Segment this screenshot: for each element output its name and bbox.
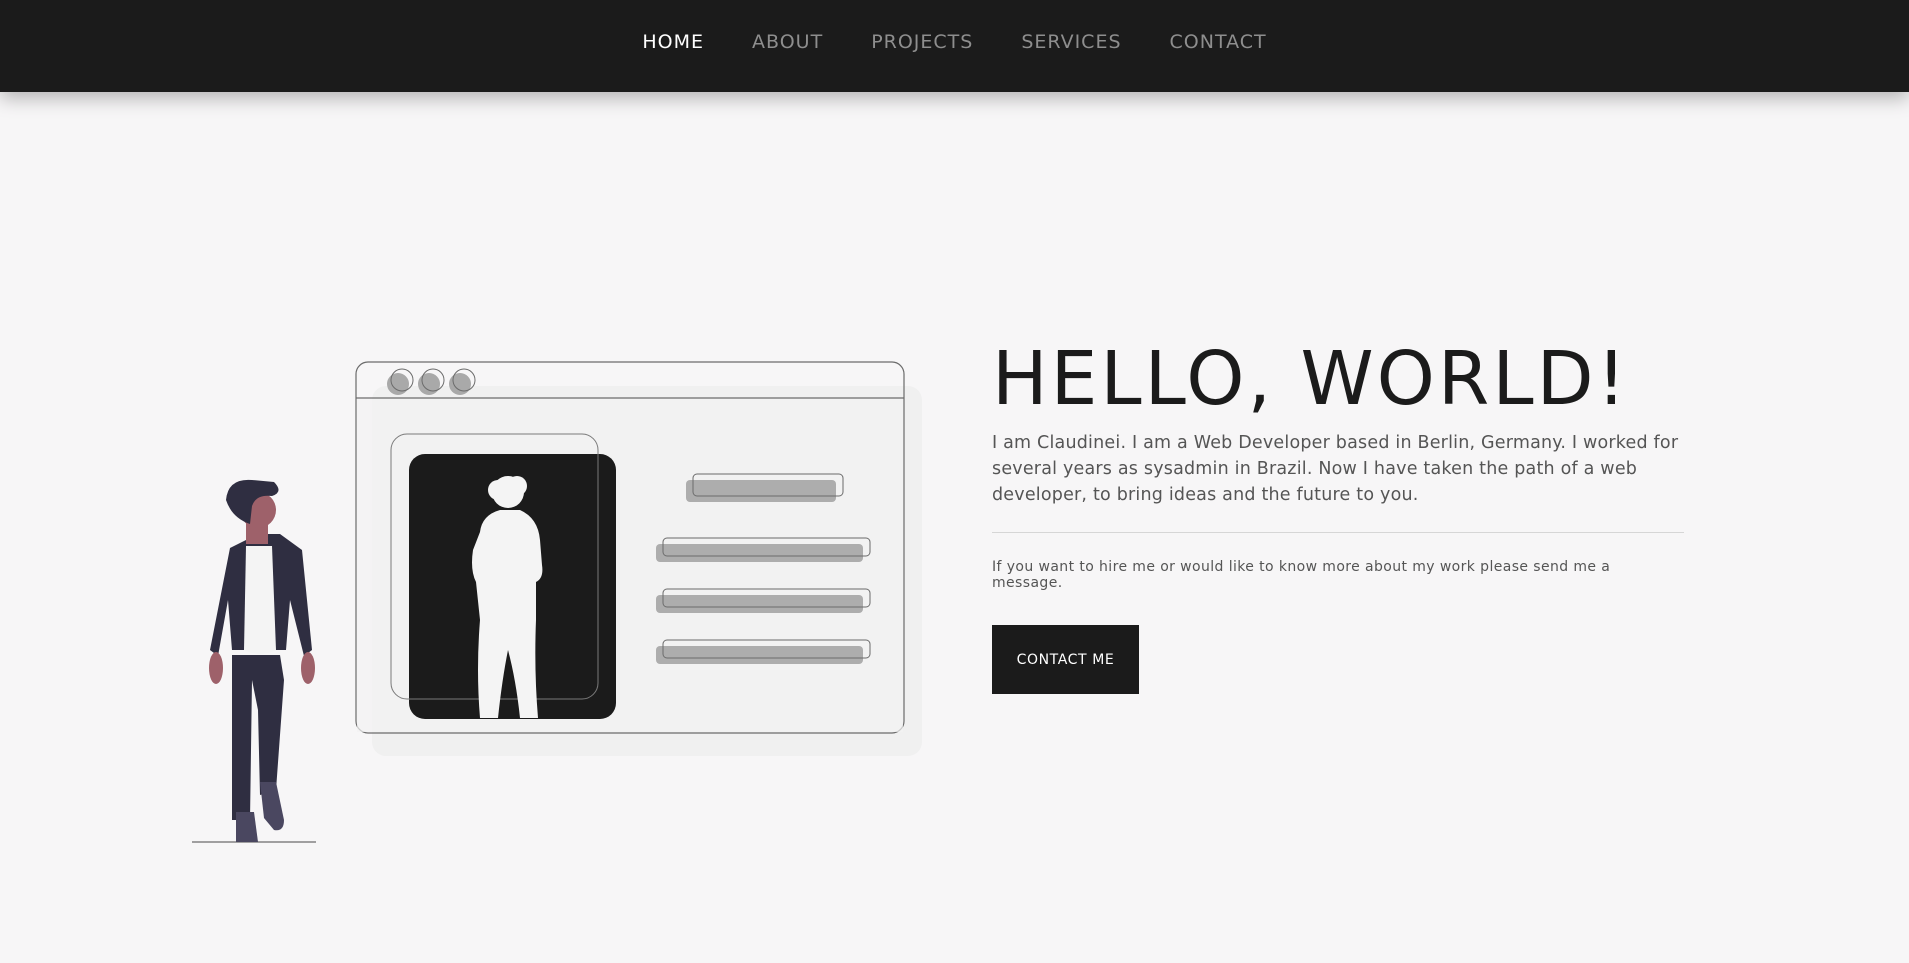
browser-window-icon [355, 361, 922, 756]
nav-link-about[interactable]: ABOUT [728, 31, 847, 53]
nav-link-home[interactable]: HOME [618, 31, 728, 53]
hero-divider [992, 532, 1684, 533]
nav-item-projects: PROJECTS [847, 31, 997, 53]
nav-item-services: SERVICES [997, 31, 1145, 53]
nav-item-about: ABOUT [728, 31, 847, 53]
person-standing-icon [192, 479, 316, 843]
hero-description: I am Claudinei. I am a Web Developer bas… [992, 433, 1679, 505]
nav-link-projects[interactable]: PROJECTS [847, 31, 997, 53]
navbar: HOME ABOUT PROJECTS SERVICES CONTACT [0, 0, 1909, 92]
hero-title: HELLO, WORLD! [992, 336, 1630, 422]
nav-link-contact[interactable]: CONTACT [1146, 31, 1291, 53]
hero-illustration-svg [192, 361, 922, 843]
contact-me-button[interactable]: CONTACT ME [992, 625, 1139, 694]
hero-illustration [180, 350, 930, 850]
nav-item-home: HOME [618, 31, 728, 53]
nav-link-services[interactable]: SERVICES [997, 31, 1145, 53]
hero-section: HELLO, WORLD! I am Claudinei. I am a Web… [992, 336, 1684, 694]
nav-item-contact: CONTACT [1146, 31, 1291, 53]
nav-menu: HOME ABOUT PROJECTS SERVICES CONTACT [618, 31, 1290, 53]
hero-note: If you want to hire me or would like to … [992, 559, 1611, 591]
